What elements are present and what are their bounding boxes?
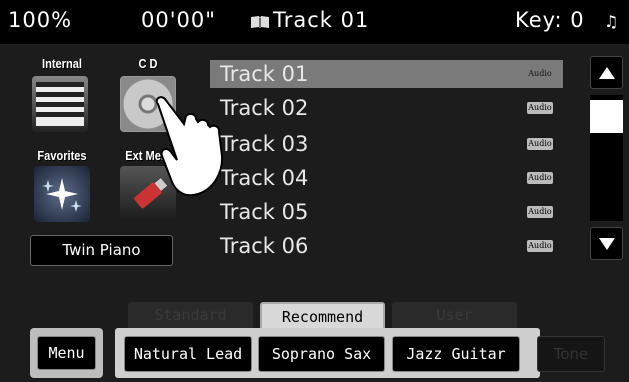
tone-button[interactable]: Tone bbox=[537, 336, 605, 372]
tab-standard[interactable]: Standard bbox=[128, 302, 253, 328]
audio-badge: Audio bbox=[527, 102, 553, 114]
tone-slot-soprano-sax[interactable]: Soprano Sax bbox=[258, 336, 385, 372]
track-row[interactable]: Track 02 Audio bbox=[210, 94, 563, 122]
audio-badge: Audio bbox=[527, 206, 553, 218]
category-internal[interactable]: Internal bbox=[22, 56, 102, 140]
scroll-down-button[interactable] bbox=[590, 227, 623, 260]
category-label: Favorites bbox=[37, 148, 87, 163]
track-row[interactable]: Track 05 Audio bbox=[210, 198, 563, 226]
scrollbar-thumb[interactable] bbox=[590, 100, 623, 133]
triangle-up-icon bbox=[599, 67, 615, 79]
main-screen: Internal C D Favorites Ext Mem Twin Pian… bbox=[0, 44, 629, 382]
book-icon bbox=[251, 16, 269, 28]
track-name: Track 06 bbox=[220, 234, 309, 258]
scrollbar-track[interactable] bbox=[590, 95, 623, 221]
sparkle-stars-icon bbox=[34, 166, 90, 222]
category-label: C D bbox=[138, 56, 158, 71]
triangle-down-icon bbox=[599, 238, 615, 250]
track-row[interactable]: Track 04 Audio bbox=[210, 164, 563, 192]
track-row[interactable]: Track 03 Audio bbox=[210, 130, 563, 158]
tab-recommend[interactable]: Recommend bbox=[260, 302, 385, 328]
time-readout: 00'00" bbox=[141, 8, 216, 32]
pointing-hand-icon bbox=[155, 96, 224, 197]
menu-button-frame: Menu bbox=[30, 328, 103, 378]
track-name: Track 01 bbox=[220, 62, 309, 86]
tone-slot-jazz-guitar[interactable]: Jazz Guitar bbox=[392, 336, 520, 372]
audio-badge: Audio bbox=[527, 138, 553, 150]
menu-button[interactable]: Menu bbox=[37, 336, 96, 370]
tab-user[interactable]: User bbox=[392, 302, 517, 328]
current-track-title: Track 01 bbox=[250, 8, 369, 32]
audio-badge: Audio bbox=[527, 240, 553, 252]
category-label: Internal bbox=[42, 56, 82, 71]
track-row[interactable]: Track 01 Audio bbox=[210, 60, 563, 88]
current-tone-button[interactable]: Twin Piano bbox=[30, 235, 173, 266]
piano-keys-icon bbox=[32, 76, 88, 132]
status-bar: 100% 00'00" Track 01 Key: 0 ♫ bbox=[0, 0, 629, 44]
music-note-icon: ♫ bbox=[604, 12, 620, 31]
track-row[interactable]: Track 06 Audio bbox=[210, 232, 563, 260]
audio-badge: Audio bbox=[527, 172, 553, 184]
audio-badge: Audio bbox=[528, 69, 552, 78]
key-readout: Key: 0 bbox=[515, 8, 585, 32]
category-favorites[interactable]: Favorites bbox=[22, 148, 102, 232]
volume-readout: 100% bbox=[8, 8, 73, 32]
scroll-up-button[interactable] bbox=[590, 56, 623, 89]
tone-slot-natural-lead[interactable]: Natural Lead bbox=[124, 336, 252, 372]
track-title-text: Track 01 bbox=[273, 8, 370, 32]
